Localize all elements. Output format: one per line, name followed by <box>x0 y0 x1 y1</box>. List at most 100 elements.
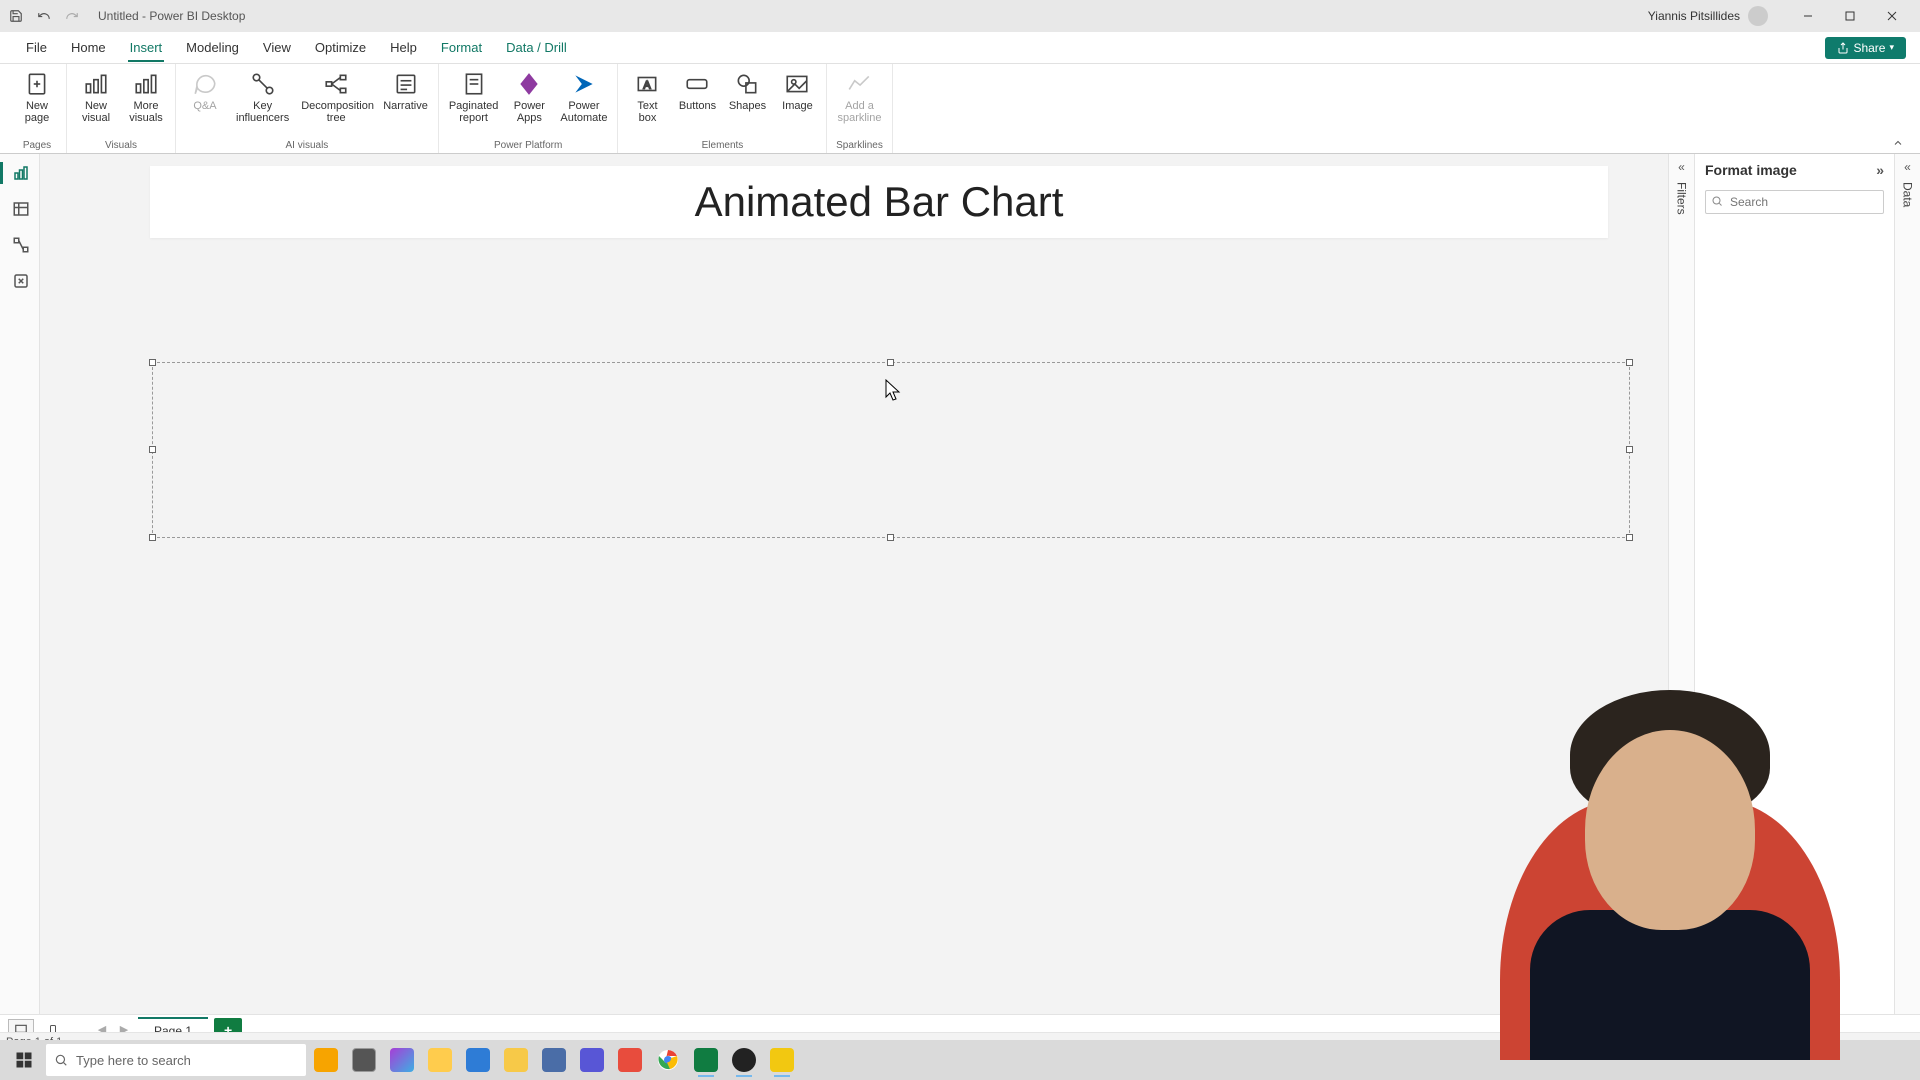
group-ai: AI visuals <box>286 140 329 153</box>
sparkline-button: Add a sparkline <box>833 68 885 126</box>
save-icon[interactable] <box>8 8 24 24</box>
tab-data-drill[interactable]: Data / Drill <box>494 34 579 61</box>
resize-handle[interactable] <box>149 359 156 366</box>
new-visual-button[interactable]: New visual <box>73 68 119 126</box>
svg-text:A: A <box>644 79 652 91</box>
undo-icon[interactable] <box>36 8 52 24</box>
report-view-icon[interactable] <box>0 162 39 184</box>
tab-modeling[interactable]: Modeling <box>174 34 251 61</box>
tab-file[interactable]: File <box>14 34 59 61</box>
resize-handle[interactable] <box>149 446 156 453</box>
share-button[interactable]: Share ▾ <box>1825 37 1906 59</box>
webcam-overlay <box>1460 660 1880 1060</box>
title-text: Animated Bar Chart <box>695 178 1064 226</box>
data-pane-collapsed[interactable]: « Data <box>1894 154 1920 1018</box>
tab-insert[interactable]: Insert <box>118 34 175 61</box>
canvas[interactable]: Animated Bar Chart <box>40 154 1668 1018</box>
taskbar-app-icon[interactable] <box>574 1042 610 1078</box>
taskbar-app-icon[interactable] <box>384 1042 420 1078</box>
resize-handle[interactable] <box>149 534 156 541</box>
menu-tabs: File Home Insert Modeling View Optimize … <box>0 32 1920 64</box>
new-page-button[interactable]: New page <box>14 68 60 126</box>
user-account[interactable]: Yiannis Pitsillides <box>1648 6 1768 26</box>
dax-view-icon[interactable] <box>0 270 39 292</box>
resize-handle[interactable] <box>1626 359 1633 366</box>
more-visuals-button[interactable]: More visuals <box>123 68 169 126</box>
image-button[interactable]: Image <box>774 68 820 114</box>
resize-handle[interactable] <box>1626 534 1633 541</box>
sparkline-icon <box>845 70 873 98</box>
titlebar: Untitled - Power BI Desktop Yiannis Pits… <box>0 0 1920 32</box>
resize-handle[interactable] <box>887 359 894 366</box>
tab-format[interactable]: Format <box>429 34 494 61</box>
key-influencers-button[interactable]: Key influencers <box>232 68 293 126</box>
decomposition-tree-button[interactable]: Decomposition tree <box>297 68 375 126</box>
taskbar-app-icon[interactable] <box>498 1042 534 1078</box>
expand-icon[interactable]: » <box>1876 162 1884 178</box>
excel-icon[interactable] <box>688 1042 724 1078</box>
powerbi-taskbar-icon[interactable] <box>764 1042 800 1078</box>
format-search[interactable] <box>1705 190 1884 214</box>
taskbar-app-icon[interactable] <box>422 1042 458 1078</box>
taskbar-app-icon[interactable] <box>536 1042 572 1078</box>
tab-optimize[interactable]: Optimize <box>303 34 378 61</box>
new-page-icon <box>23 70 51 98</box>
chevron-left-icon: « <box>1678 160 1685 174</box>
tree-icon <box>322 70 350 98</box>
tab-view[interactable]: View <box>251 34 303 61</box>
more-icon <box>132 70 160 98</box>
narrative-button[interactable]: Narrative <box>379 68 432 114</box>
button-icon <box>683 70 711 98</box>
minimize-button[interactable] <box>1788 4 1828 28</box>
image-icon <box>783 70 811 98</box>
shapes-button[interactable]: Shapes <box>724 68 770 114</box>
window-title: Untitled - Power BI Desktop <box>98 9 245 23</box>
view-rail <box>0 154 40 1018</box>
start-button[interactable] <box>4 1042 44 1078</box>
search-icon <box>1711 195 1723 207</box>
tab-home[interactable]: Home <box>59 34 118 61</box>
buttons-button[interactable]: Buttons <box>674 68 720 114</box>
power-automate-button[interactable]: Power Automate <box>556 68 611 126</box>
ribbon: New page Pages New visual More visuals V… <box>0 64 1920 154</box>
search-input[interactable] <box>1705 190 1884 214</box>
format-pane-title: Format image <box>1705 162 1797 178</box>
chart-icon <box>82 70 110 98</box>
taskbar-app-icon[interactable] <box>460 1042 496 1078</box>
table-view-icon[interactable] <box>0 198 39 220</box>
taskbar-app-icon[interactable] <box>612 1042 648 1078</box>
qa-button: Q&A <box>182 68 228 114</box>
group-pages: Pages <box>23 140 51 153</box>
maximize-button[interactable] <box>1830 4 1870 28</box>
text-box-button[interactable]: A Text box <box>624 68 670 126</box>
user-name: Yiannis Pitsillides <box>1648 9 1740 23</box>
title-visual[interactable]: Animated Bar Chart <box>150 166 1608 238</box>
collapse-ribbon-icon[interactable] <box>1888 137 1912 153</box>
taskbar-app-icon[interactable] <box>308 1042 344 1078</box>
close-button[interactable] <box>1872 4 1912 28</box>
redo-icon[interactable] <box>64 8 80 24</box>
obs-icon[interactable] <box>726 1042 762 1078</box>
chrome-icon[interactable] <box>650 1042 686 1078</box>
taskbar-search-placeholder: Type here to search <box>76 1053 191 1068</box>
taskbar-app-icon[interactable] <box>346 1042 382 1078</box>
resize-handle[interactable] <box>887 534 894 541</box>
shapes-icon <box>733 70 761 98</box>
chevron-left-icon: « <box>1904 160 1911 174</box>
power-apps-button[interactable]: Power Apps <box>506 68 552 126</box>
paginated-report-button[interactable]: Paginated report <box>445 68 503 126</box>
tab-help[interactable]: Help <box>378 34 429 61</box>
group-visuals: Visuals <box>105 140 137 153</box>
share-label: Share <box>1853 41 1885 55</box>
textbox-icon: A <box>633 70 661 98</box>
model-view-icon[interactable] <box>0 234 39 256</box>
data-label: Data <box>1901 182 1915 207</box>
powerapps-icon <box>515 70 543 98</box>
report-icon <box>460 70 488 98</box>
taskbar-search[interactable]: Type here to search <box>46 1044 306 1076</box>
filters-label: Filters <box>1675 182 1689 215</box>
key-icon <box>249 70 277 98</box>
selected-image-visual[interactable] <box>152 362 1630 538</box>
narrative-icon <box>392 70 420 98</box>
resize-handle[interactable] <box>1626 446 1633 453</box>
